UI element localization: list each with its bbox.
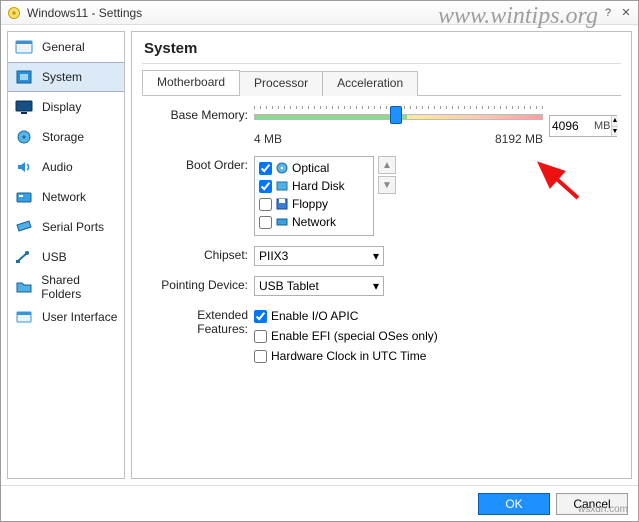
boot-move-up-button[interactable]: ▲	[378, 156, 396, 174]
sidebar-item-user-interface[interactable]: User Interface	[8, 302, 124, 332]
system-icon	[14, 68, 34, 86]
boot-move-down-button[interactable]: ▼	[378, 176, 396, 194]
boot-check-network[interactable]	[259, 216, 272, 229]
network-icon	[14, 188, 34, 206]
sidebar-item-label: User Interface	[42, 310, 117, 324]
display-icon	[14, 98, 34, 116]
sidebar-item-display[interactable]: Display	[8, 92, 124, 122]
chipset-select[interactable]: PIIX3 ▾	[254, 246, 384, 266]
spin-down-button[interactable]: ▼	[612, 127, 619, 137]
pointing-value: USB Tablet	[259, 279, 319, 293]
chevron-down-icon: ▾	[373, 279, 379, 293]
ok-label: OK	[505, 497, 522, 511]
enable-io-apic-checkbox[interactable]	[254, 310, 267, 323]
base-memory-input[interactable]	[550, 119, 594, 133]
sidebar-item-shared-folders[interactable]: Shared Folders	[8, 272, 124, 302]
storage-icon	[14, 128, 34, 146]
audio-icon	[14, 158, 34, 176]
tab-bar: Motherboard Processor Acceleration	[142, 70, 621, 96]
chevron-down-icon: ▾	[373, 249, 379, 263]
sidebar-item-label: System	[42, 70, 82, 84]
tab-body-motherboard: Base Memory: 4 MB	[142, 96, 621, 380]
sidebar-item-storage[interactable]: Storage	[8, 122, 124, 152]
hardware-clock-utc-checkbox[interactable]	[254, 350, 267, 363]
sidebar-item-audio[interactable]: Audio	[8, 152, 124, 182]
disc-icon	[276, 162, 288, 174]
boot-item-label: Network	[292, 215, 336, 229]
net-icon	[276, 216, 288, 228]
content-panel: System Motherboard Processor Acceleratio…	[131, 31, 632, 479]
boot-item-floppy[interactable]: Floppy	[257, 195, 371, 213]
boot-order-label: Boot Order:	[146, 156, 254, 172]
sidebar-item-label: General	[42, 40, 85, 54]
settings-window: Windows11 - Settings ? ✕ www.wintips.org…	[0, 0, 639, 522]
enable-io-apic-label: Enable I/O APIC	[271, 309, 358, 323]
hardware-clock-utc-label: Hardware Clock in UTC Time	[271, 349, 426, 363]
hdd-icon	[276, 180, 288, 192]
boot-order-list[interactable]: Optical Hard Disk Fl	[254, 156, 374, 236]
titlebar: Windows11 - Settings ? ✕	[1, 1, 638, 25]
sidebar-item-system[interactable]: System	[8, 62, 124, 92]
chipset-label: Chipset:	[146, 246, 254, 262]
boot-item-optical[interactable]: Optical	[257, 159, 371, 177]
mem-min-label: 4 MB	[254, 132, 282, 146]
chipset-value: PIIX3	[259, 249, 288, 263]
tab-processor[interactable]: Processor	[239, 71, 323, 96]
sidebar-item-serial-ports[interactable]: Serial Ports	[8, 212, 124, 242]
help-button[interactable]: ?	[600, 6, 616, 20]
watermark-footer: wsxdn.com	[578, 504, 628, 515]
tab-acceleration[interactable]: Acceleration	[322, 71, 418, 96]
close-button[interactable]: ✕	[618, 6, 634, 20]
extended-features-label: Extended Features:	[146, 306, 254, 336]
serial-icon	[14, 218, 34, 236]
sidebar-item-label: Display	[42, 100, 81, 114]
settings-icon	[7, 6, 21, 20]
sidebar-item-label: Shared Folders	[41, 273, 120, 301]
enable-efi-checkbox[interactable]	[254, 330, 267, 343]
boot-check-harddisk[interactable]	[259, 180, 272, 193]
sidebar-item-label: Audio	[42, 160, 73, 174]
tab-label: Processor	[254, 76, 308, 90]
boot-item-network[interactable]: Network	[257, 213, 371, 231]
category-sidebar: General System Display Storage Audio Net…	[7, 31, 125, 479]
sidebar-item-network[interactable]: Network	[8, 182, 124, 212]
ok-button[interactable]: OK	[478, 493, 550, 515]
mem-max-label: 8192 MB	[495, 132, 543, 146]
window-title: Windows11 - Settings	[27, 6, 142, 20]
base-memory-slider[interactable]	[254, 106, 543, 130]
sidebar-item-label: Network	[42, 190, 86, 204]
boot-check-optical[interactable]	[259, 162, 272, 175]
base-memory-spinbox[interactable]: MB ▲ ▼	[549, 115, 617, 137]
usb-icon	[14, 248, 34, 266]
slider-thumb[interactable]	[390, 106, 402, 124]
tab-label: Motherboard	[157, 75, 225, 89]
enable-efi-label: Enable EFI (special OSes only)	[271, 329, 438, 343]
sidebar-item-label: Storage	[42, 130, 84, 144]
pointing-device-label: Pointing Device:	[146, 276, 254, 292]
pointing-device-select[interactable]: USB Tablet ▾	[254, 276, 384, 296]
sidebar-item-general[interactable]: General	[8, 32, 124, 62]
floppy-icon	[276, 198, 288, 210]
boot-item-label: Floppy	[292, 197, 328, 211]
boot-check-floppy[interactable]	[259, 198, 272, 211]
sidebar-item-label: Serial Ports	[42, 220, 104, 234]
mem-unit: MB	[594, 120, 611, 132]
dialog-footer: OK Cancel	[1, 485, 638, 521]
page-title: System	[144, 40, 621, 57]
boot-item-label: Optical	[292, 161, 329, 175]
boot-item-harddisk[interactable]: Hard Disk	[257, 177, 371, 195]
spin-up-button[interactable]: ▲	[612, 116, 619, 127]
base-memory-label: Base Memory:	[146, 106, 254, 122]
sidebar-item-usb[interactable]: USB	[8, 242, 124, 272]
tab-label: Acceleration	[337, 76, 403, 90]
ui-icon	[14, 308, 34, 326]
general-icon	[14, 38, 34, 56]
sidebar-item-label: USB	[42, 250, 67, 264]
tab-motherboard[interactable]: Motherboard	[142, 70, 240, 95]
boot-item-label: Hard Disk	[292, 179, 345, 193]
folder-icon	[14, 278, 33, 296]
